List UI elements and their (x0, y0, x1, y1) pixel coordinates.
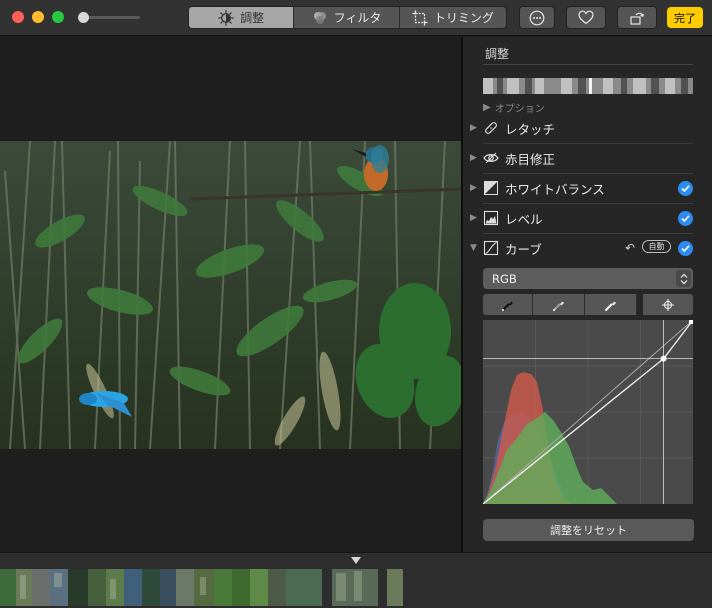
black-point-picker-icon (501, 301, 513, 311)
sun-dial-icon (218, 9, 235, 26)
filmstrip (0, 552, 712, 608)
zoom-slider-knob[interactable] (78, 12, 89, 23)
add-point-button[interactable] (643, 294, 693, 315)
eye-icon (483, 150, 499, 166)
disclosure-triangle-icon[interactable]: ▶ (470, 153, 477, 163)
curve-endpoint-white (689, 320, 693, 324)
crop-icon (412, 10, 428, 25)
fullscreen-window-button[interactable] (52, 11, 64, 23)
filter-circles-icon (313, 11, 326, 24)
checkmark-icon (681, 214, 690, 222)
minimize-window-button[interactable] (32, 11, 44, 23)
tab-crop-label: トリミング (433, 11, 494, 25)
filmstrip-thumbnails-left[interactable] (0, 569, 322, 606)
rotate-button[interactable] (617, 6, 657, 29)
heart-icon (578, 10, 594, 25)
photos-edit-window: 調整 フィルタ トリミング 完了 調整 ▶ オプション ▶ レタッチ ▶ 赤目修… (0, 0, 712, 608)
white-point-picker-button[interactable] (585, 294, 637, 315)
toolbar: 調整 フィルタ トリミング 完了 (0, 0, 712, 36)
section-white-balance-label: ホワイトバランス (505, 181, 605, 197)
curves-icon (483, 240, 499, 256)
done-button[interactable]: 完了 (667, 7, 703, 28)
section-retouch-label: レタッチ (505, 121, 556, 137)
section-levels-label: レベル (505, 211, 543, 227)
curves-enabled-check[interactable] (678, 240, 693, 256)
disclosure-triangle-icon[interactable]: ▶ (470, 123, 477, 133)
tab-adjust-label: 調整 (240, 11, 265, 25)
levels-enabled-check[interactable] (678, 210, 693, 226)
curves-channel-select[interactable]: RGB (483, 268, 693, 289)
photo-reeds-kingfishers (0, 141, 461, 449)
favorite-button[interactable] (566, 6, 606, 29)
auto-enhance-preset-strip[interactable] (483, 78, 693, 94)
white-balance-enabled-check[interactable] (678, 180, 693, 196)
black-point-picker-button[interactable] (483, 294, 533, 315)
zoom-slider-track[interactable] (82, 16, 140, 19)
tab-adjust[interactable]: 調整 (189, 7, 295, 28)
section-red-eye-label: 赤目修正 (505, 151, 556, 167)
gray-point-picker-icon (552, 301, 564, 311)
tab-filter-label: フィルタ (333, 11, 382, 25)
levels-icon (483, 210, 499, 226)
section-red-eye[interactable]: ▶ 赤目修正 (463, 143, 712, 173)
disclosure-triangle-expanded-icon[interactable]: ▼ (470, 243, 477, 253)
section-retouch[interactable]: ▶ レタッチ (463, 113, 712, 143)
section-white-balance[interactable]: ▶ ホワイトバランス (463, 173, 712, 203)
gray-point-picker-button[interactable] (533, 294, 585, 315)
checkmark-icon (681, 184, 690, 192)
white-balance-icon (483, 180, 499, 196)
tab-crop[interactable]: トリミング (400, 7, 506, 28)
curves-channel-value: RGB (492, 271, 517, 286)
section-curves[interactable]: ▼ カーブ ↶ 自動 (463, 233, 712, 263)
disclosure-triangle-icon[interactable]: ▶ (470, 183, 477, 193)
ellipsis-circle-icon (529, 10, 545, 25)
options-disclosure-triangle-icon: ▶ (483, 102, 491, 113)
edit-mode-segmented-control: 調整 フィルタ トリミング (188, 6, 507, 29)
section-levels[interactable]: ▶ レベル (463, 203, 712, 233)
current-photo-indicator-icon (351, 557, 361, 564)
panel-title: 調整 (485, 47, 510, 61)
preset-thumbnails (483, 78, 693, 94)
title-divider (483, 64, 693, 65)
curves-picker-row (483, 294, 693, 315)
filmstrip-thumbnail-current[interactable] (332, 569, 378, 606)
section-curves-label: カーブ (505, 241, 542, 257)
tab-filter[interactable]: フィルタ (294, 7, 400, 28)
revert-curves-icon[interactable]: ↶ (625, 241, 635, 255)
filmstrip-thumbnail-next[interactable] (387, 569, 403, 606)
curves-histogram-plot (482, 319, 694, 505)
photo-canvas[interactable] (0, 37, 461, 552)
updown-chevron-icon (676, 270, 691, 287)
curve-control-point (660, 355, 667, 362)
rotate-icon (630, 12, 644, 25)
add-point-crosshair-icon (662, 298, 674, 311)
white-point-picker-icon (604, 301, 616, 311)
curves-graph[interactable] (482, 319, 694, 505)
more-options-button[interactable] (519, 6, 555, 29)
checkmark-icon (681, 244, 690, 252)
bandage-icon (483, 120, 499, 136)
close-window-button[interactable] (12, 11, 24, 23)
curves-auto-button[interactable]: 自動 (642, 240, 671, 253)
reset-adjustments-button[interactable]: 調整をリセット (483, 519, 694, 541)
adjust-panel: 調整 ▶ オプション ▶ レタッチ ▶ 赤目修正 ▶ ホワイトバランス ▶ レベ… (463, 37, 712, 552)
disclosure-triangle-icon[interactable]: ▶ (470, 213, 477, 223)
photo-image (0, 141, 461, 449)
